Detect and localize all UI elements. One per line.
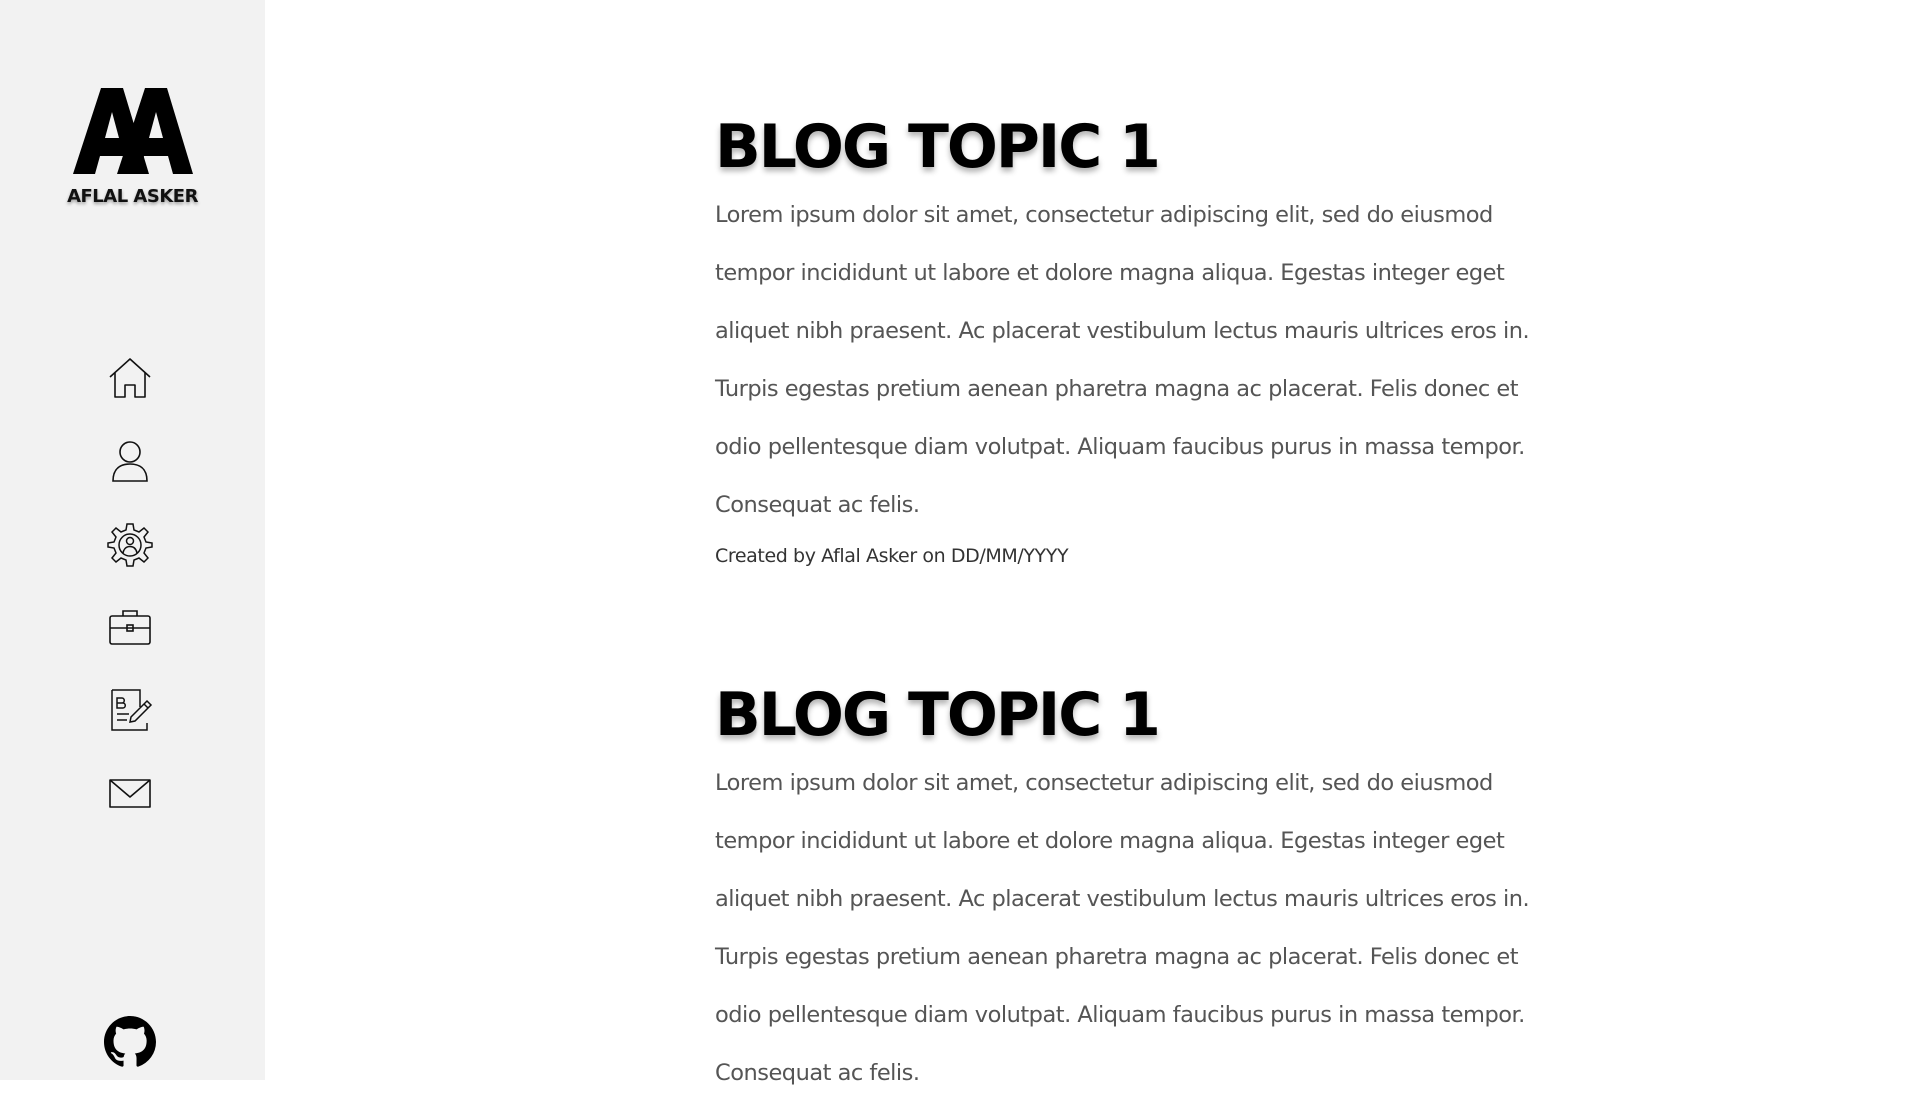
mail-icon — [109, 779, 151, 808]
post-title: BLOG TOPIC 1 — [715, 112, 1161, 182]
post-text-line: odio pellentesque diam volutpat. Aliquam… — [715, 434, 1525, 460]
blog-post: BLOG TOPIC 1 Lorem ipsum dolor sit amet,… — [715, 680, 1595, 1102]
post-text-line: Consequat ac felis. — [715, 1060, 920, 1086]
home-icon — [109, 358, 151, 398]
post-body: Lorem ipsum dolor sit amet, consectetur … — [715, 754, 1595, 1102]
blog-post: BLOG TOPIC 1 Lorem ipsum dolor sit amet,… — [715, 112, 1595, 576]
post-text-line: Lorem ipsum dolor sit amet, consectetur … — [715, 770, 1493, 796]
brand-name: AFLAL ASKER — [67, 186, 198, 207]
github-icon — [104, 1016, 156, 1067]
logo-monogram-icon — [72, 88, 193, 174]
post-text-line: tempor incididunt ut labore et dolore ma… — [715, 260, 1505, 286]
post-text-line: Turpis egestas pretium aenean pharetra m… — [715, 944, 1519, 970]
briefcase-icon — [109, 610, 151, 645]
logo[interactable]: AFLAL ASKER — [0, 88, 265, 207]
post-text-line: Turpis egestas pretium aenean pharetra m… — [715, 376, 1519, 402]
post-text-line: tempor incididunt ut labore et dolore ma… — [715, 828, 1505, 854]
user-icon — [112, 441, 148, 482]
nav-portfolio[interactable] — [105, 602, 155, 652]
blog-edit-icon — [111, 689, 153, 731]
nav-blog[interactable] — [105, 685, 155, 735]
post-text-line: Consequat ac felis. — [715, 492, 920, 518]
post-title: BLOG TOPIC 1 — [715, 680, 1161, 750]
post-text-line: aliquet nibh praesent. Ac placerat vesti… — [715, 886, 1530, 912]
post-body: Lorem ipsum dolor sit amet, consectetur … — [715, 186, 1595, 534]
skills-gear-icon — [107, 523, 153, 567]
github-link[interactable] — [104, 1016, 156, 1068]
post-text-line: aliquet nibh praesent. Ac placerat vesti… — [715, 318, 1530, 344]
nav-contact[interactable] — [105, 768, 155, 818]
nav-about[interactable] — [105, 436, 155, 486]
sidebar: AFLAL ASKER — [0, 0, 265, 1080]
post-text-line: Lorem ipsum dolor sit amet, consectetur … — [715, 202, 1493, 228]
nav-skills[interactable] — [105, 519, 155, 569]
post-text-line: odio pellentesque diam volutpat. Aliquam… — [715, 1002, 1525, 1028]
nav-home[interactable] — [105, 353, 155, 403]
post-author-date: Created by Aflal Asker on DD/MM/YYYY — [715, 545, 1069, 567]
